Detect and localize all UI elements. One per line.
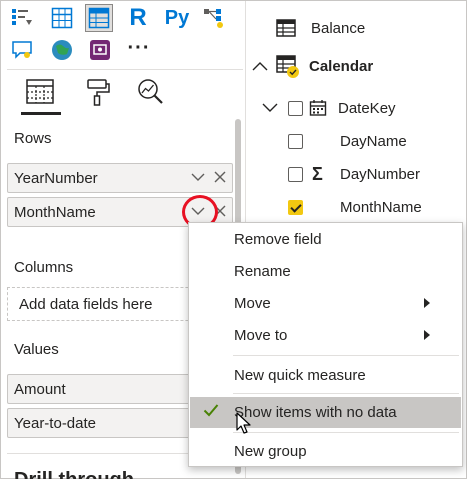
analytics-magnifier-icon[interactable] — [133, 75, 167, 109]
menu-separator — [233, 355, 459, 356]
field-name: MonthName — [340, 198, 422, 216]
gallery-divider — [7, 69, 243, 70]
menu-item-show-items-no-data[interactable]: Show items with no data — [190, 397, 461, 428]
menu-item-label: Show items with no data — [234, 404, 397, 421]
chevron-down-icon[interactable] — [262, 102, 278, 114]
rows-field-pill[interactable]: YearNumber — [7, 163, 233, 193]
calendar-icon — [309, 100, 327, 116]
menu-item-label: Remove field — [234, 231, 322, 248]
menu-item-remove-field[interactable]: Remove field — [190, 224, 461, 255]
stacked-bar-chart-icon[interactable] — [9, 5, 35, 31]
menu-item-new-quick-measure[interactable]: New quick measure — [190, 360, 461, 391]
paint-roller-icon[interactable] — [81, 75, 115, 109]
field-checkbox[interactable] — [288, 166, 303, 182]
menu-item-new-group[interactable]: New group — [190, 436, 461, 467]
field-node-monthname[interactable]: MonthName — [288, 192, 422, 222]
menu-item-move-to[interactable]: Move to — [190, 320, 461, 351]
arcgis-map-icon[interactable] — [49, 37, 75, 63]
table-icon — [276, 19, 296, 37]
submenu-arrow-icon — [424, 330, 430, 340]
values-field-name: Amount — [14, 381, 66, 398]
field-checkbox[interactable] — [288, 100, 303, 116]
r-script-icon[interactable]: R — [125, 4, 151, 31]
matrix-icon[interactable] — [85, 4, 113, 32]
more-visuals-icon[interactable]: ··· — [123, 35, 155, 61]
checkmark-icon — [203, 404, 219, 417]
menu-item-label: New group — [234, 443, 307, 460]
table-icon — [276, 55, 299, 78]
power-apps-icon[interactable] — [87, 37, 113, 63]
in-use-check-icon — [287, 66, 299, 78]
field-name: DayName — [340, 132, 407, 150]
menu-item-rename[interactable]: Rename — [190, 256, 461, 287]
rows-field-name: YearNumber — [14, 170, 98, 187]
field-name: DateKey — [338, 99, 396, 117]
field-name: DayNumber — [340, 165, 421, 183]
field-node-dayname[interactable]: DayName — [288, 126, 407, 156]
columns-placeholder: Add data fields here — [19, 296, 153, 313]
decomposition-tree-icon[interactable] — [201, 5, 227, 31]
table-name: Calendar — [309, 57, 374, 75]
mouse-pointer-icon — [236, 412, 251, 434]
columns-label: Columns — [14, 259, 74, 276]
more-label: ··· — [127, 36, 151, 59]
field-checkbox-checked[interactable] — [288, 199, 303, 215]
values-field-name: Year-to-date — [14, 415, 97, 432]
drillthrough-heading: Drill through — [14, 469, 134, 479]
r-label: R — [129, 4, 147, 31]
sigma-icon: Σ — [312, 163, 323, 184]
remove-field-icon[interactable] — [214, 171, 226, 183]
table-node-calendar[interactable]: Calendar — [252, 51, 373, 81]
table-name: Balance — [311, 19, 366, 37]
rows-label: Rows — [14, 130, 52, 147]
table-icon[interactable] — [49, 5, 75, 31]
field-checkbox[interactable] — [288, 133, 303, 149]
py-label: Py — [164, 6, 190, 29]
menu-item-label: Move to — [234, 327, 288, 344]
field-node-datekey[interactable]: DateKey — [262, 93, 396, 123]
table-node-balance[interactable]: Balance — [276, 13, 365, 43]
values-label: Values — [14, 341, 59, 358]
python-visual-icon[interactable]: Py — [161, 5, 193, 31]
qa-visual-icon[interactable] — [9, 37, 35, 63]
menu-separator — [233, 393, 459, 394]
menu-item-move[interactable]: Move — [190, 288, 461, 319]
chevron-up-icon[interactable] — [252, 60, 268, 72]
menu-item-label: Rename — [234, 263, 291, 280]
field-context-menu: Remove field Rename Move Move to New qui… — [188, 222, 463, 467]
submenu-arrow-icon — [424, 298, 430, 308]
menu-separator — [233, 432, 459, 433]
chevron-down-icon[interactable] — [191, 172, 205, 182]
fields-tab-indicator — [21, 112, 61, 115]
field-node-daynumber[interactable]: Σ DayNumber — [288, 159, 420, 189]
rows-field-name: MonthName — [14, 204, 96, 221]
menu-item-label: Move — [234, 295, 271, 312]
fields-tab[interactable] — [23, 75, 57, 109]
menu-item-label: New quick measure — [234, 367, 366, 384]
